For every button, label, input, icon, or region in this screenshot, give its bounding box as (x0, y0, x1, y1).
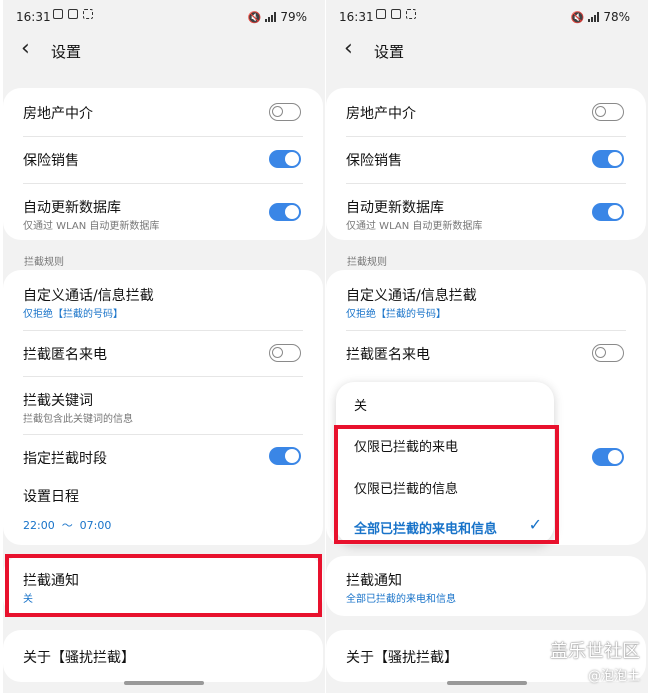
row-anonymous[interactable]: 拦截匿名来电 (326, 330, 646, 376)
notification-icons (53, 9, 93, 19)
row-label: 自定义通话/信息拦截 (346, 288, 477, 304)
battery-level: 78% (603, 10, 630, 24)
watermark-author: @泡泡土 (587, 669, 640, 684)
row-custom-block[interactable]: 自定义通话/信息拦截 仅拒绝【拦截的号码】 (326, 270, 646, 330)
row-block-notification[interactable]: 拦截通知 全部已拦截的来电和信息 (326, 556, 646, 616)
battery-level: 79% (280, 10, 307, 24)
schedule-time-range: 22:00 ～ 07:00 (23, 519, 112, 532)
row-label: 房地产中介 (346, 106, 416, 122)
notification-card: 拦截通知 全部已拦截的来电和信息 (326, 556, 646, 616)
status-bar: 16:31 🔇 79% (3, 0, 325, 34)
section-header-block-rules: 拦截规则 (347, 257, 387, 268)
row-label: 自定义通话/信息拦截 (23, 288, 154, 304)
message-icon (391, 9, 401, 19)
anonymous-toggle[interactable] (592, 344, 624, 362)
section-header-block-rules: 拦截规则 (24, 257, 64, 268)
row-sublabel: 仅通过 WLAN 自动更新数据库 (346, 221, 483, 232)
auto-update-toggle[interactable] (269, 203, 301, 221)
gallery-icon (53, 9, 63, 19)
popup-option-off[interactable]: 关 (354, 395, 367, 414)
auto-update-toggle[interactable] (592, 203, 624, 221)
page-title: 设置 (374, 43, 405, 61)
row-label: 指定拦截时段 (23, 451, 107, 467)
watermark-community: 盖乐世社区 (550, 641, 640, 662)
left-screen: 16:31 🔇 79% ‹ 设置 房地产中介 保险销售 自动更新数据库 仅通过 … (3, 0, 325, 693)
screenshot-icon (83, 9, 93, 19)
status-right: 🔇 79% (248, 10, 307, 24)
row-real-estate[interactable]: 房地产中介 (326, 88, 646, 136)
category-card: 房地产中介 保险销售 自动更新数据库 仅通过 WLAN 自动更新数据库 (326, 88, 646, 240)
row-custom-block[interactable]: 自定义通话/信息拦截 仅拒绝【拦截的号码】 (3, 270, 323, 330)
row-value: 全部已拦截的来电和信息 (346, 594, 456, 605)
back-arrow-icon[interactable]: ‹ (344, 36, 353, 61)
gallery-icon (376, 9, 386, 19)
anonymous-toggle[interactable] (269, 344, 301, 362)
back-arrow-icon[interactable]: ‹ (21, 36, 30, 61)
page-title: 设置 (51, 43, 82, 61)
gesture-bar (447, 681, 527, 685)
row-label: 关于【骚扰拦截】 (346, 650, 458, 666)
row-label: 自动更新数据库 (23, 200, 121, 216)
row-sublabel: 拦截包含此关键词的信息 (23, 414, 133, 425)
row-label: 房地产中介 (23, 106, 93, 122)
block-rules-card: 自定义通话/信息拦截 仅拒绝【拦截的号码】 拦截匿名来电 拦截关键词 拦截包含此… (3, 270, 323, 545)
status-time: 16:31 (339, 10, 374, 24)
real-estate-toggle[interactable] (269, 103, 301, 121)
row-anonymous[interactable]: 拦截匿名来电 (3, 330, 323, 376)
row-time-slot[interactable]: 指定拦截时段 (3, 434, 323, 480)
row-schedule[interactable]: 设置日程 22:00 ～ 07:00 (3, 480, 323, 545)
row-label: 设置日程 (23, 489, 79, 505)
insurance-toggle[interactable] (592, 150, 624, 168)
row-auto-update[interactable]: 自动更新数据库 仅通过 WLAN 自动更新数据库 (3, 183, 323, 240)
message-icon (68, 9, 78, 19)
row-label: 拦截通知 (346, 573, 402, 589)
signal-icon (588, 12, 600, 22)
gesture-bar (124, 681, 204, 685)
mute-icon: 🔇 (570, 10, 585, 24)
row-label: 自动更新数据库 (346, 200, 444, 216)
insurance-toggle[interactable] (269, 150, 301, 168)
status-bar: 16:31 🔇 78% (326, 0, 648, 34)
row-auto-update[interactable]: 自动更新数据库 仅通过 WLAN 自动更新数据库 (326, 183, 646, 240)
right-screen: 16:31 🔇 78% ‹ 设置 房地产中介 保险销售 自动更新数据库 仅通过 … (326, 0, 648, 693)
row-insurance[interactable]: 保险销售 (326, 136, 646, 182)
row-label: 拦截匿名来电 (346, 347, 430, 363)
row-sublabel: 仅拒绝【拦截的号码】 (23, 309, 123, 320)
category-card: 房地产中介 保险销售 自动更新数据库 仅通过 WLAN 自动更新数据库 (3, 88, 323, 240)
row-insurance[interactable]: 保险销售 (3, 136, 323, 182)
status-time: 16:31 (16, 10, 51, 24)
mute-icon: 🔇 (247, 10, 262, 24)
time-slot-toggle[interactable] (592, 448, 624, 466)
row-label: 关于【骚扰拦截】 (23, 650, 135, 666)
row-label: 拦截关键词 (23, 393, 93, 409)
real-estate-toggle[interactable] (592, 103, 624, 121)
time-slot-toggle[interactable] (269, 447, 301, 465)
row-label: 保险销售 (346, 153, 402, 169)
row-label: 保险销售 (23, 153, 79, 169)
red-highlight-box (5, 554, 322, 617)
row-about[interactable]: 关于【骚扰拦截】 (3, 630, 323, 682)
app-bar: ‹ 设置 (3, 34, 325, 78)
row-sublabel: 仅通过 WLAN 自动更新数据库 (23, 221, 160, 232)
row-label: 拦截匿名来电 (23, 347, 107, 363)
status-right: 🔇 78% (571, 10, 630, 24)
app-bar: ‹ 设置 (326, 34, 648, 78)
row-keywords[interactable]: 拦截关键词 拦截包含此关键词的信息 (3, 376, 323, 434)
row-sublabel: 仅拒绝【拦截的号码】 (346, 309, 446, 320)
screenshot-icon (406, 9, 416, 19)
signal-icon (265, 12, 277, 22)
red-highlight-box (334, 425, 559, 544)
about-card: 关于【骚扰拦截】 (3, 630, 323, 682)
row-real-estate[interactable]: 房地产中介 (3, 88, 323, 136)
notification-icons (376, 9, 416, 19)
